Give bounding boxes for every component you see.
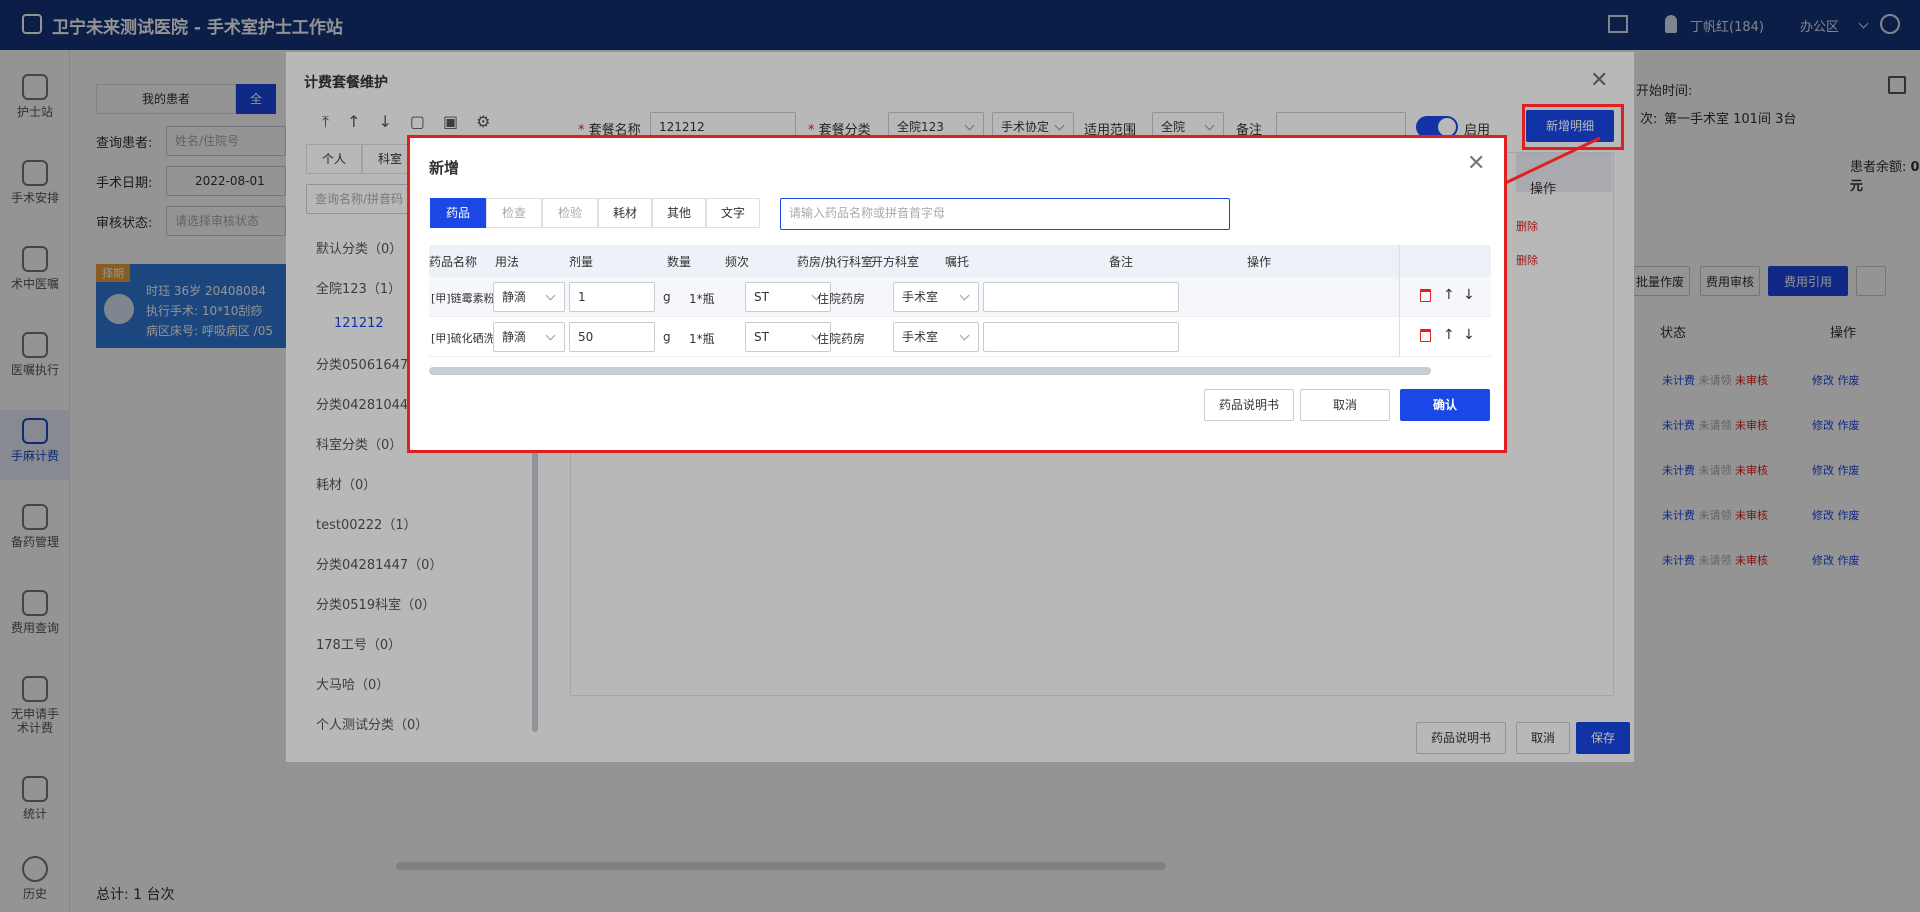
table-header: 药品名称 用法 剂量 数量 频次 药房/执行科室 开方科室 嘱托 备注 操作 — [429, 245, 1491, 277]
col-dose: 剂量 — [569, 255, 594, 269]
table-hscrollbar[interactable] — [429, 367, 1431, 375]
table-row[interactable]: [甲]硫化硒洗剂 静滴 50 g 1*瓶 ST 住院药房 手术室 — [429, 317, 1491, 357]
tab-exam[interactable]: 检查 — [486, 198, 542, 228]
tab-text[interactable]: 文字 — [706, 198, 760, 228]
usage-select[interactable]: 静滴 — [493, 322, 565, 352]
drug-search-input[interactable]: 请输入药品名称或拼音首字母 — [780, 198, 1230, 230]
dialog-cancel-button[interactable]: 取消 — [1300, 389, 1390, 421]
move-up-icon[interactable]: ↑ — [1443, 327, 1455, 343]
qty: 1*瓶 — [689, 332, 715, 346]
dose-input[interactable]: 50 — [569, 322, 655, 352]
col-usage: 用法 — [495, 255, 520, 269]
drug-name: [甲]链霉素粉针 — [431, 292, 493, 305]
tab-other[interactable]: 其他 — [652, 198, 706, 228]
col-dept: 开方科室 — [871, 255, 920, 269]
table-row[interactable]: [甲]链霉素粉针 静滴 1 g 1*瓶 ST 住院药房 手术室 — [429, 277, 1491, 317]
col-instruction: 嘱托 — [945, 255, 970, 269]
qty: 1*瓶 — [689, 292, 715, 306]
delete-row-icon[interactable] — [1420, 329, 1431, 342]
dialog-close-icon[interactable]: ✕ — [1467, 153, 1485, 175]
col-operation: 操作 — [1247, 255, 1272, 269]
col-qty: 数量 — [667, 255, 692, 269]
dose-unit: g — [663, 330, 671, 344]
tab-drug[interactable]: 药品 — [430, 198, 486, 228]
drug-manual-button[interactable]: 药品说明书 — [1204, 389, 1294, 421]
tab-lab[interactable]: 检验 — [542, 198, 598, 228]
move-up-icon[interactable]: ↑ — [1443, 287, 1455, 303]
dialog-confirm-button[interactable]: 确认 — [1400, 389, 1490, 421]
dialog-title: 新增 — [429, 159, 460, 177]
col-freq: 频次 — [725, 255, 750, 269]
dose-unit: g — [663, 290, 671, 304]
usage-select[interactable]: 静滴 — [493, 282, 565, 312]
pharmacy: 住院药房 — [817, 292, 866, 306]
pharmacy: 住院药房 — [817, 332, 866, 346]
move-down-icon[interactable]: ↓ — [1463, 287, 1475, 303]
tab-consumable[interactable]: 耗材 — [598, 198, 652, 228]
delete-row-icon[interactable] — [1420, 289, 1431, 302]
col-drug-name: 药品名称 — [429, 255, 478, 269]
move-down-icon[interactable]: ↓ — [1463, 327, 1475, 343]
dose-input[interactable]: 1 — [569, 282, 655, 312]
drug-name: [甲]硫化硒洗剂 — [431, 332, 493, 345]
instruction-input[interactable] — [983, 322, 1179, 352]
instruction-input[interactable] — [983, 282, 1179, 312]
col-pharmacy: 药房/执行科室 — [797, 255, 874, 269]
dept-select[interactable]: 手术室 — [893, 282, 979, 312]
col-remark: 备注 — [1109, 255, 1134, 269]
add-dialog: 新增 ✕ 药品 检查 检验 耗材 其他 文字 请输入药品名称或拼音首字母 药品名… — [407, 135, 1507, 453]
dept-select[interactable]: 手术室 — [893, 322, 979, 352]
